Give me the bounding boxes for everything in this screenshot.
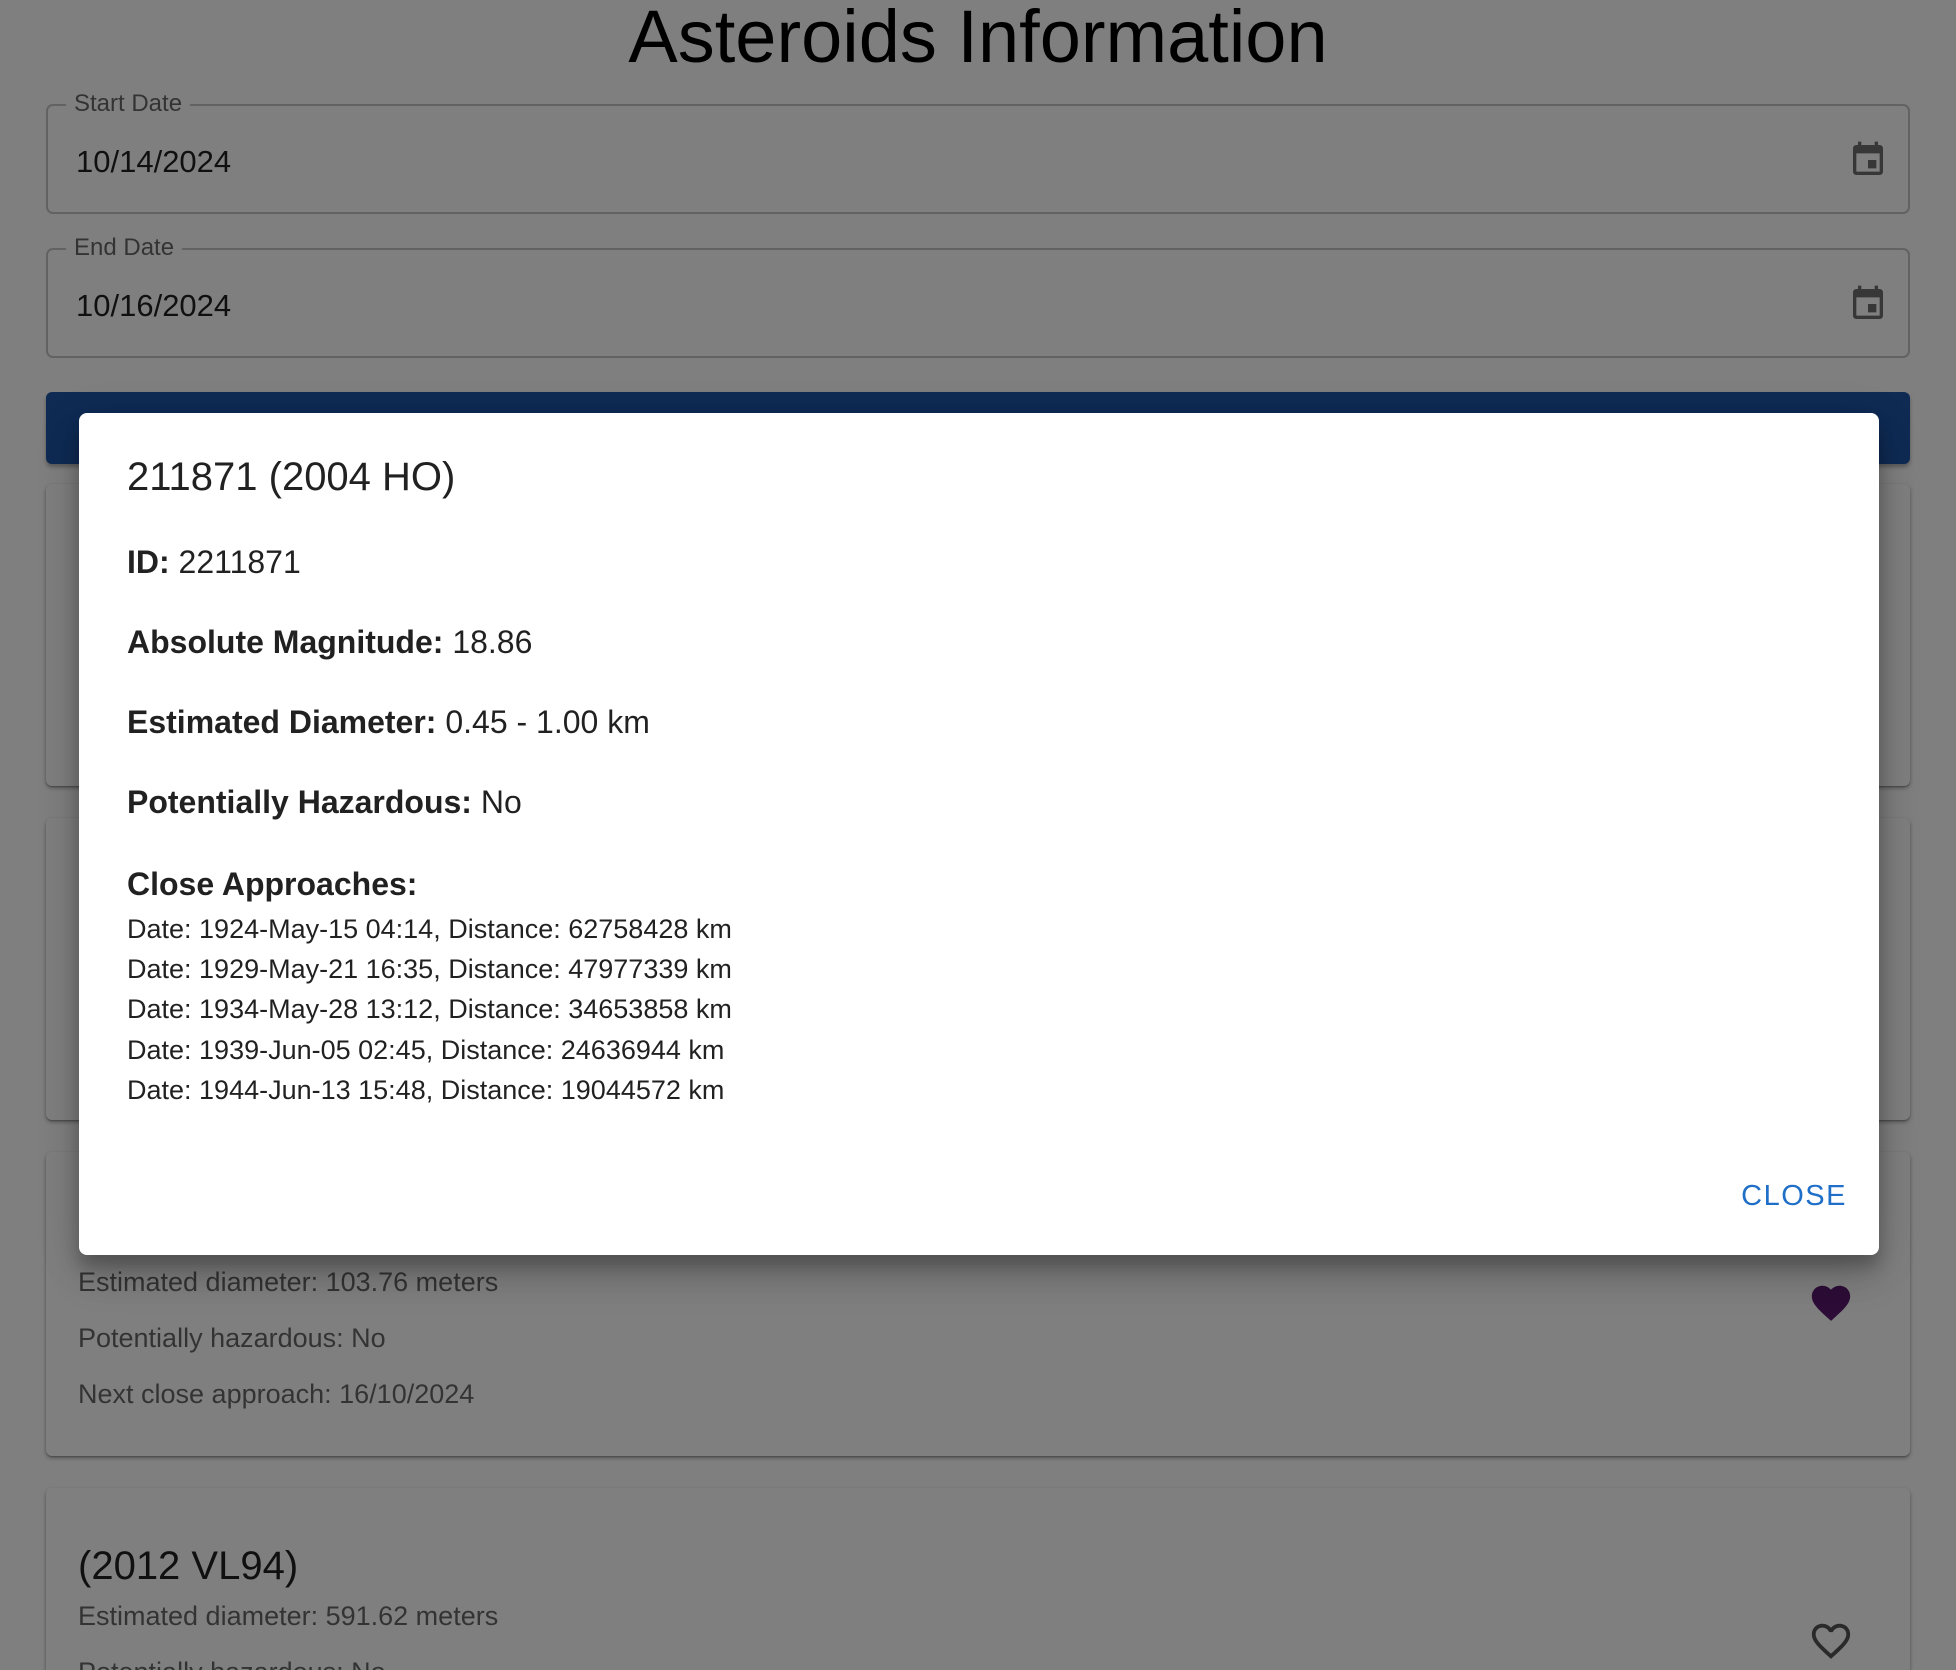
close-approach-item: Date: 1929-May-21 16:35, Distance: 47977… bbox=[127, 954, 732, 984]
close-approach-item: Date: 1934-May-28 13:12, Distance: 34653… bbox=[127, 994, 732, 1024]
page: Asteroids Information Start Date 10/14/2… bbox=[0, 0, 1956, 1670]
magnitude-row: Absolute Magnitude: 18.86 bbox=[127, 623, 532, 661]
diameter-label: Estimated Diameter: bbox=[127, 704, 437, 740]
id-row: ID: 2211871 bbox=[127, 543, 301, 581]
id-value: 2211871 bbox=[178, 544, 301, 580]
diameter-row: Estimated Diameter: 0.45 - 1.00 km bbox=[127, 703, 650, 741]
hazardous-row: Potentially Hazardous: No bbox=[127, 783, 522, 821]
close-approach-item: Date: 1944-Jun-13 15:48, Distance: 19044… bbox=[127, 1075, 725, 1105]
close-button[interactable]: CLOSE bbox=[1741, 1179, 1847, 1213]
id-label: ID: bbox=[127, 544, 170, 580]
magnitude-value: 18.86 bbox=[452, 624, 533, 660]
magnitude-label: Absolute Magnitude: bbox=[127, 624, 444, 660]
close-approach-item: Date: 1924-May-15 04:14, Distance: 62758… bbox=[127, 914, 732, 944]
asteroid-detail-dialog: 211871 (2004 HO) ID: 2211871 Absolute Ma… bbox=[79, 413, 1879, 1255]
close-approach-item: Date: 1939-Jun-05 02:45, Distance: 24636… bbox=[127, 1035, 725, 1065]
hazardous-value: No bbox=[480, 784, 522, 820]
dialog-title: 211871 (2004 HO) bbox=[127, 455, 456, 499]
close-approaches-heading: Close Approaches: bbox=[127, 866, 418, 902]
hazardous-label: Potentially Hazardous: bbox=[127, 784, 472, 820]
diameter-value: 0.45 - 1.00 km bbox=[445, 704, 650, 740]
